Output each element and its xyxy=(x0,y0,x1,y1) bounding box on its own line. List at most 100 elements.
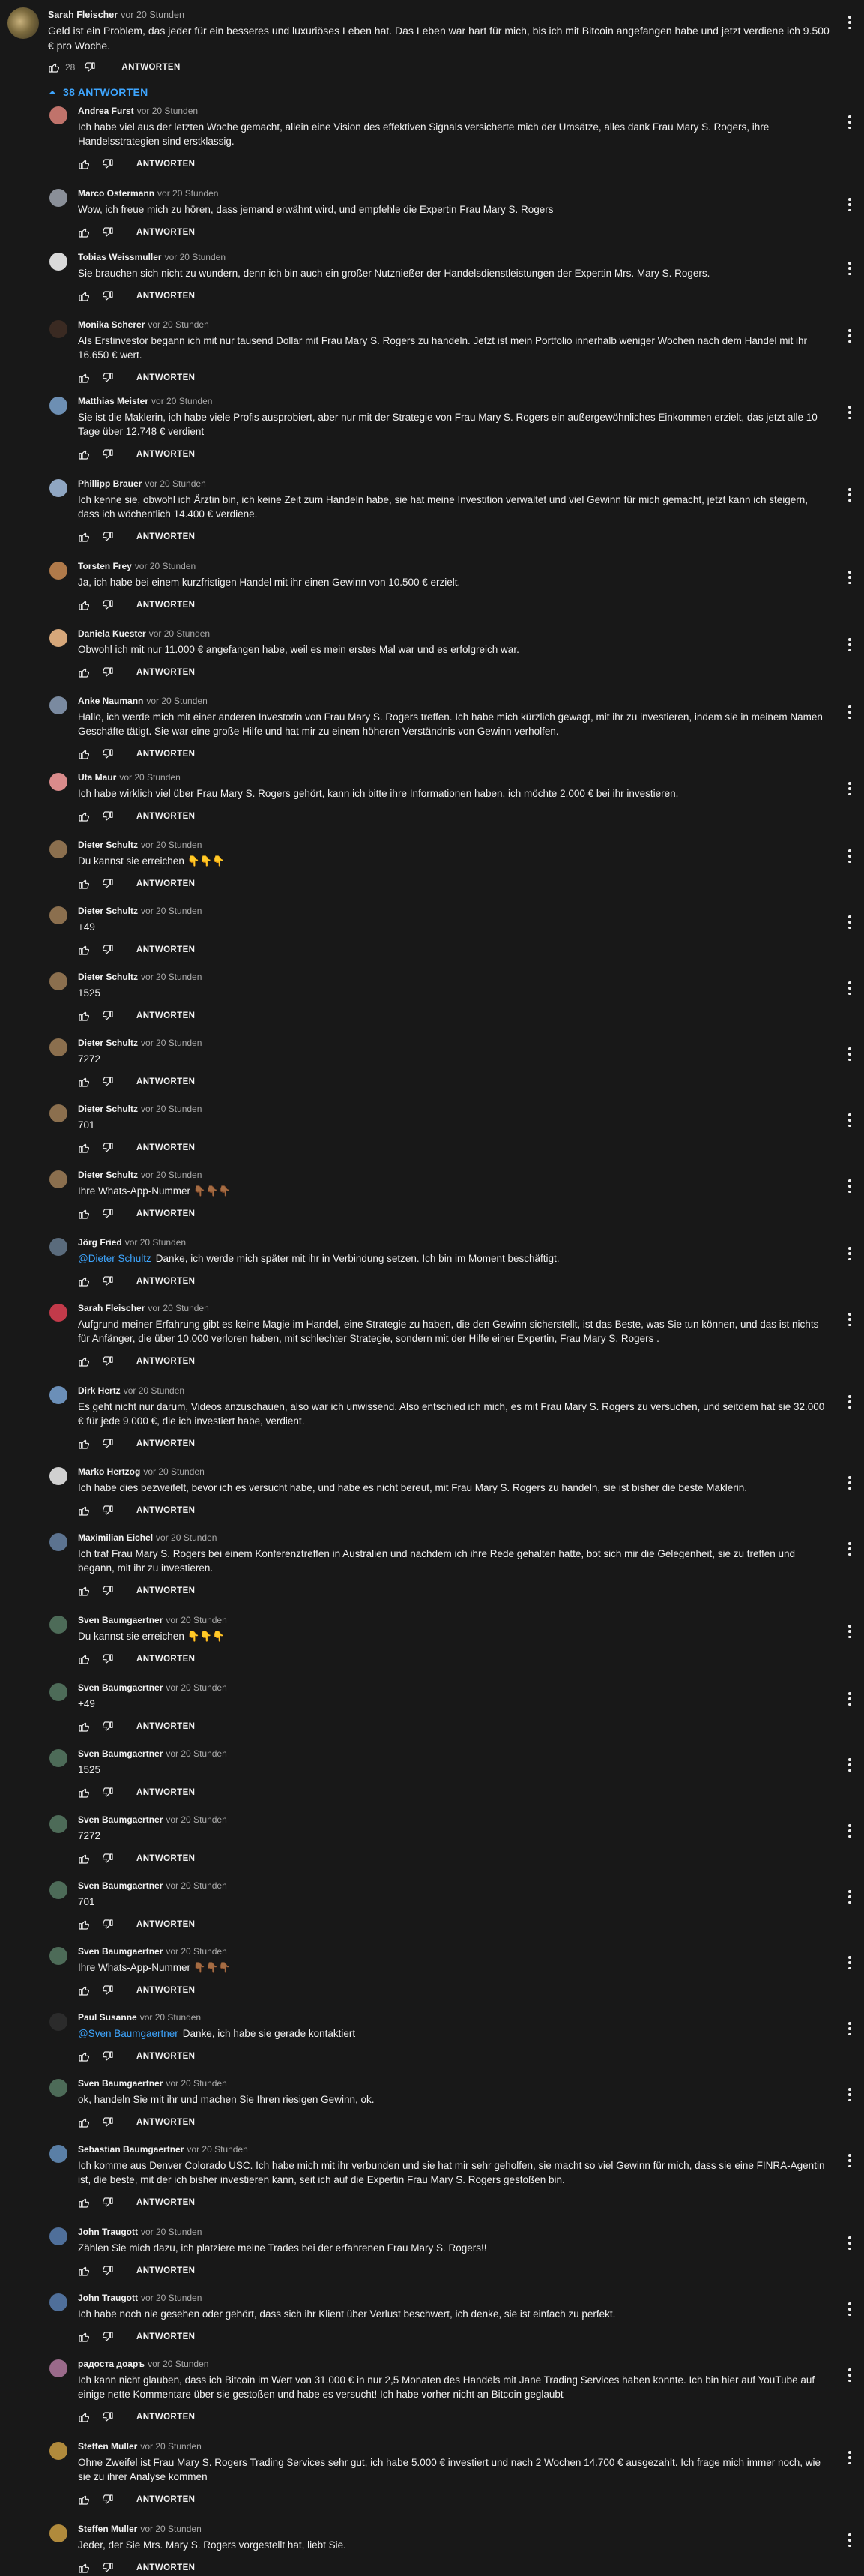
author-name[interactable]: Sven Baumgaertner xyxy=(78,1814,163,1825)
author-name[interactable]: Sven Baumgaertner xyxy=(78,1615,163,1625)
timestamp[interactable]: vor 20 Stunden xyxy=(148,319,208,330)
timestamp[interactable]: vor 20 Stunden xyxy=(141,2227,202,2237)
author-name[interactable]: Dieter Schultz xyxy=(78,972,138,982)
thumbs-up-icon[interactable] xyxy=(78,1275,90,1287)
thumbs-up-icon[interactable] xyxy=(78,2265,90,2277)
thumbs-up-icon[interactable] xyxy=(78,2562,90,2574)
more-options-icon[interactable] xyxy=(848,638,852,651)
author-name[interactable]: Dieter Schultz xyxy=(78,1104,138,1114)
thumbs-up-icon[interactable] xyxy=(78,1076,90,1088)
avatar[interactable] xyxy=(49,1104,67,1122)
timestamp[interactable]: vor 20 Stunden xyxy=(166,1615,226,1625)
author-name[interactable]: Andrea Furst xyxy=(78,106,134,116)
thumbs-down-icon[interactable] xyxy=(102,1919,114,1931)
thumbs-down-icon[interactable] xyxy=(102,1076,114,1088)
thumbs-up-icon[interactable] xyxy=(78,748,90,760)
author-name[interactable]: Sebastian Baumgaertner xyxy=(78,2144,184,2155)
avatar[interactable] xyxy=(49,2079,67,2097)
author-name[interactable]: Sarah Fleischer xyxy=(78,1303,145,1313)
thumbs-up-icon[interactable] xyxy=(78,158,90,170)
thumbs-down-icon[interactable] xyxy=(84,61,96,73)
timestamp[interactable]: vor 20 Stunden xyxy=(119,772,180,783)
reply-button[interactable]: ANTWORTEN xyxy=(136,1854,195,1863)
reply-button[interactable]: ANTWORTEN xyxy=(136,601,195,610)
avatar[interactable] xyxy=(49,696,67,714)
avatar[interactable] xyxy=(49,1386,67,1404)
more-options-icon[interactable] xyxy=(848,488,852,502)
thumbs-up-icon[interactable] xyxy=(78,1919,90,1931)
avatar[interactable] xyxy=(49,1170,67,1188)
timestamp[interactable]: vor 20 Stunden xyxy=(149,628,210,639)
thumbs-down-icon[interactable] xyxy=(102,531,114,543)
avatar[interactable] xyxy=(49,2524,67,2542)
author-name[interactable]: Dieter Schultz xyxy=(78,1038,138,1048)
reply-button[interactable]: ANTWORTEN xyxy=(136,450,195,459)
thumbs-up-icon[interactable] xyxy=(78,810,90,822)
thumbs-up-icon[interactable] xyxy=(78,372,90,384)
timestamp[interactable]: vor 20 Stunden xyxy=(141,1038,202,1048)
reply-button[interactable]: ANTWORTEN xyxy=(136,1209,195,1218)
reply-button[interactable]: ANTWORTEN xyxy=(136,1722,195,1731)
avatar[interactable] xyxy=(49,2442,67,2460)
timestamp[interactable]: vor 20 Stunden xyxy=(141,972,202,982)
thumbs-down-icon[interactable] xyxy=(102,599,114,611)
thumbs-down-icon[interactable] xyxy=(102,1721,114,1733)
author-name[interactable]: Sven Baumgaertner xyxy=(78,2078,163,2089)
thumbs-up-icon[interactable] xyxy=(78,666,90,678)
more-options-icon[interactable] xyxy=(848,1625,852,1638)
avatar[interactable] xyxy=(49,2227,67,2245)
reply-button[interactable]: ANTWORTEN xyxy=(136,2198,195,2207)
avatar[interactable] xyxy=(49,106,67,124)
more-options-icon[interactable] xyxy=(848,2022,852,2035)
thumbs-down-icon[interactable] xyxy=(102,2116,114,2128)
more-options-icon[interactable] xyxy=(848,2154,852,2167)
reply-button[interactable]: ANTWORTEN xyxy=(136,373,195,382)
timestamp[interactable]: vor 20 Stunden xyxy=(157,188,218,199)
thumbs-down-icon[interactable] xyxy=(102,2331,114,2343)
timestamp[interactable]: vor 20 Stunden xyxy=(137,106,198,116)
reply-button[interactable]: ANTWORTEN xyxy=(136,1011,195,1020)
more-options-icon[interactable] xyxy=(848,2236,852,2250)
reply-button[interactable]: ANTWORTEN xyxy=(136,532,195,541)
avatar[interactable] xyxy=(49,1304,67,1322)
more-options-icon[interactable] xyxy=(848,1890,852,1904)
timestamp[interactable]: vor 20 Stunden xyxy=(141,840,202,850)
avatar[interactable] xyxy=(49,1947,67,1965)
reply-button[interactable]: ANTWORTEN xyxy=(136,160,195,169)
author-name[interactable]: Torsten Frey xyxy=(78,561,132,571)
reply-button[interactable]: ANTWORTEN xyxy=(136,1077,195,1086)
thumbs-up-icon[interactable] xyxy=(78,1653,90,1665)
timestamp[interactable]: vor 20 Stunden xyxy=(141,906,202,916)
reply-button[interactable]: ANTWORTEN xyxy=(136,879,195,888)
more-options-icon[interactable] xyxy=(848,2533,852,2547)
more-options-icon[interactable] xyxy=(848,115,852,129)
thumbs-up-icon[interactable] xyxy=(78,1355,90,1367)
thumbs-up-icon[interactable] xyxy=(78,2331,90,2343)
more-options-icon[interactable] xyxy=(848,1692,852,1706)
avatar[interactable] xyxy=(49,1533,67,1551)
thumbs-down-icon[interactable] xyxy=(102,448,114,460)
author-name[interactable]: Paul Susanne xyxy=(78,2012,137,2023)
author-name[interactable]: Monika Scherer xyxy=(78,319,145,330)
more-options-icon[interactable] xyxy=(848,1113,852,1127)
avatar[interactable] xyxy=(49,1683,67,1701)
thumbs-down-icon[interactable] xyxy=(102,810,114,822)
avatar[interactable] xyxy=(49,840,67,858)
reply-button[interactable]: ANTWORTEN xyxy=(136,1439,195,1448)
reply-button[interactable]: ANTWORTEN xyxy=(136,2266,195,2275)
thumbs-down-icon[interactable] xyxy=(102,290,114,302)
thumbs-down-icon[interactable] xyxy=(102,666,114,678)
more-options-icon[interactable] xyxy=(848,1313,852,1326)
thumbs-down-icon[interactable] xyxy=(102,2494,114,2506)
reply-button[interactable]: ANTWORTEN xyxy=(136,1788,195,1797)
thumbs-up-icon[interactable] xyxy=(78,290,90,302)
author-name[interactable]: Sven Baumgaertner xyxy=(78,1880,163,1891)
more-options-icon[interactable] xyxy=(848,1542,852,1556)
author-name[interactable]: Dieter Schultz xyxy=(78,1170,138,1180)
thumbs-down-icon[interactable] xyxy=(102,1787,114,1799)
author-name[interactable]: Marco Ostermann xyxy=(78,188,154,199)
reply-button[interactable]: ANTWORTEN xyxy=(121,63,180,72)
more-options-icon[interactable] xyxy=(848,1047,852,1061)
author-name[interactable]: Marko Hertzog xyxy=(78,1466,140,1477)
avatar[interactable] xyxy=(7,7,39,39)
